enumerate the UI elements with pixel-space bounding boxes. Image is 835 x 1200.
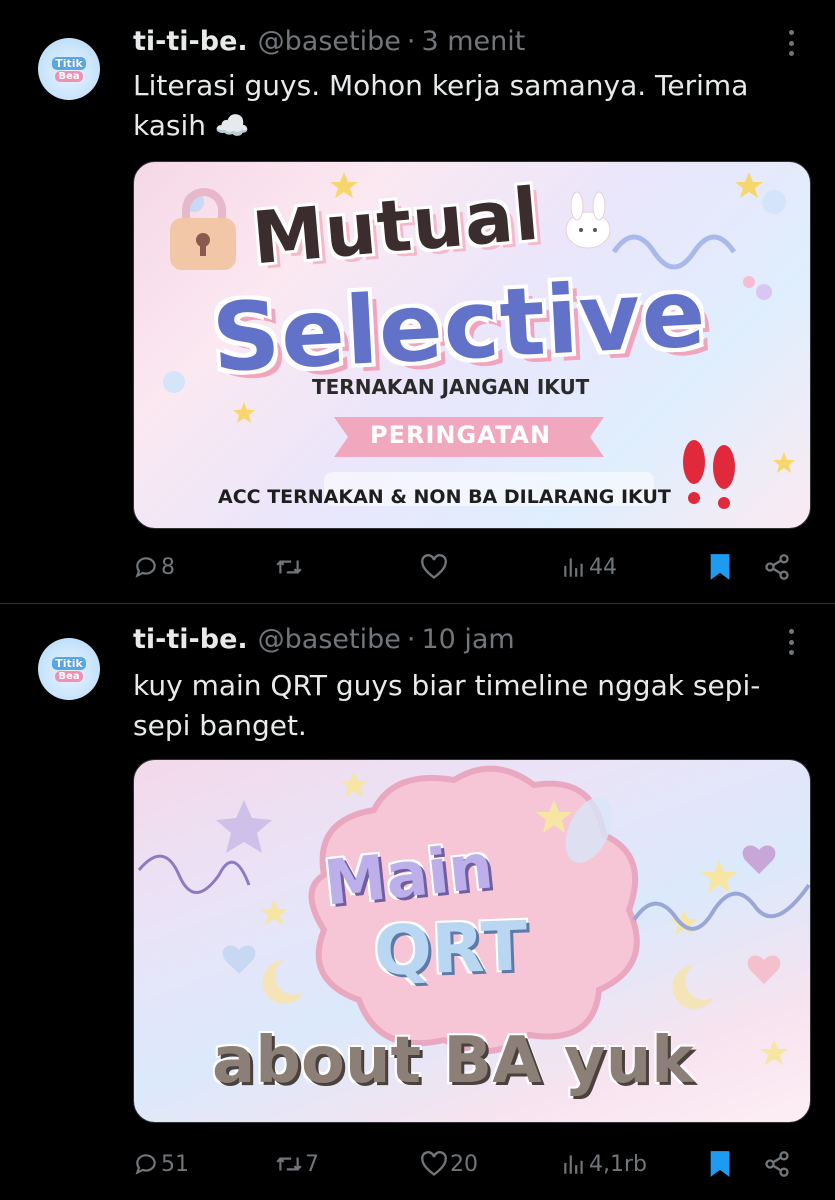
tweet-text: Literasi guys. Mohon kerja samanya. Teri…	[133, 69, 749, 142]
user-handle[interactable]: @basetibe	[258, 26, 401, 57]
avatar[interactable]: Titik Bea	[38, 638, 100, 700]
like-icon	[421, 1151, 447, 1176]
more-icon[interactable]	[789, 30, 795, 56]
repost-icon	[276, 560, 302, 574]
share-button[interactable]	[763, 547, 791, 587]
share-icon	[765, 1151, 789, 1177]
image-line2: QRT	[372, 907, 529, 992]
tweet-2[interactable]: Titik Bea ti-ti-be. @basetibe · 10 jam k…	[0, 604, 835, 1200]
image-line3: about BA yuk	[212, 1024, 694, 1098]
tweet-header: ti-ti-be. @basetibe · 3 menit	[133, 24, 525, 58]
image-footer: ACC TERNAKAN & NON BA DILARANG IKUT	[218, 486, 671, 508]
avatar-label: Titik	[52, 656, 86, 670]
repost-button[interactable]	[275, 547, 305, 587]
timestamp[interactable]: 10 jam	[421, 624, 514, 655]
image-subtitle: TERNAKAN JANGAN IKUT	[312, 375, 590, 399]
like-button[interactable]	[420, 547, 450, 587]
tweet-image[interactable]: Main QRT about BA yuk	[133, 759, 811, 1123]
views-button[interactable]: 4,1rb	[561, 1144, 647, 1184]
bookmark-icon	[710, 1151, 730, 1177]
views-button[interactable]: 44	[561, 547, 617, 587]
tweet-header: ti-ti-be. @basetibe · 10 jam	[133, 622, 515, 656]
reply-button[interactable]: 8	[133, 547, 175, 587]
tweet-image[interactable]: Mutual Selective TERNAKAN JANGAN IKUT PE…	[133, 161, 811, 529]
tweet-actions: 51 7 20 4,1rb	[133, 1144, 803, 1184]
repost-button[interactable]: 7	[275, 1144, 319, 1184]
timestamp[interactable]: 3 menit	[421, 26, 525, 57]
tweet-text: kuy main QRT guys biar timeline nggak se…	[133, 669, 761, 742]
display-name[interactable]: ti-ti-be.	[133, 624, 248, 655]
views-count: 44	[589, 554, 617, 580]
user-handle[interactable]: @basetibe	[258, 624, 401, 655]
tweet-1[interactable]: Titik Bea ti-ti-be. @basetibe · 3 menit …	[0, 0, 835, 603]
views-icon	[564, 558, 583, 577]
separator: ·	[406, 25, 416, 57]
like-icon	[421, 554, 447, 579]
reply-icon	[135, 1154, 156, 1175]
avatar-label: Titik	[52, 56, 86, 70]
reply-count: 8	[161, 554, 175, 580]
share-button[interactable]	[763, 1144, 791, 1184]
separator: ·	[406, 623, 416, 655]
repost-icon	[276, 1157, 302, 1171]
tweet-actions: 8 44	[133, 547, 803, 587]
like-count: 20	[450, 1151, 478, 1177]
image-ribbon: PERINGATAN	[370, 421, 552, 449]
avatar-label: Bea	[55, 70, 83, 82]
like-button[interactable]: 20	[420, 1144, 478, 1184]
share-icon	[765, 554, 789, 580]
display-name[interactable]: ti-ti-be.	[133, 26, 248, 57]
views-count: 4,1rb	[589, 1151, 647, 1177]
more-icon[interactable]	[789, 629, 795, 655]
views-icon	[564, 1155, 583, 1174]
avatar-label: Bea	[55, 670, 83, 682]
bookmark-icon	[710, 554, 730, 580]
avatar[interactable]: Titik Bea	[38, 38, 100, 100]
reply-button[interactable]: 51	[133, 1144, 189, 1184]
bookmark-button[interactable]	[708, 547, 732, 587]
bookmark-button[interactable]	[708, 1144, 732, 1184]
reply-count: 51	[161, 1151, 189, 1177]
reply-icon	[135, 557, 156, 578]
repost-count: 7	[305, 1151, 319, 1177]
